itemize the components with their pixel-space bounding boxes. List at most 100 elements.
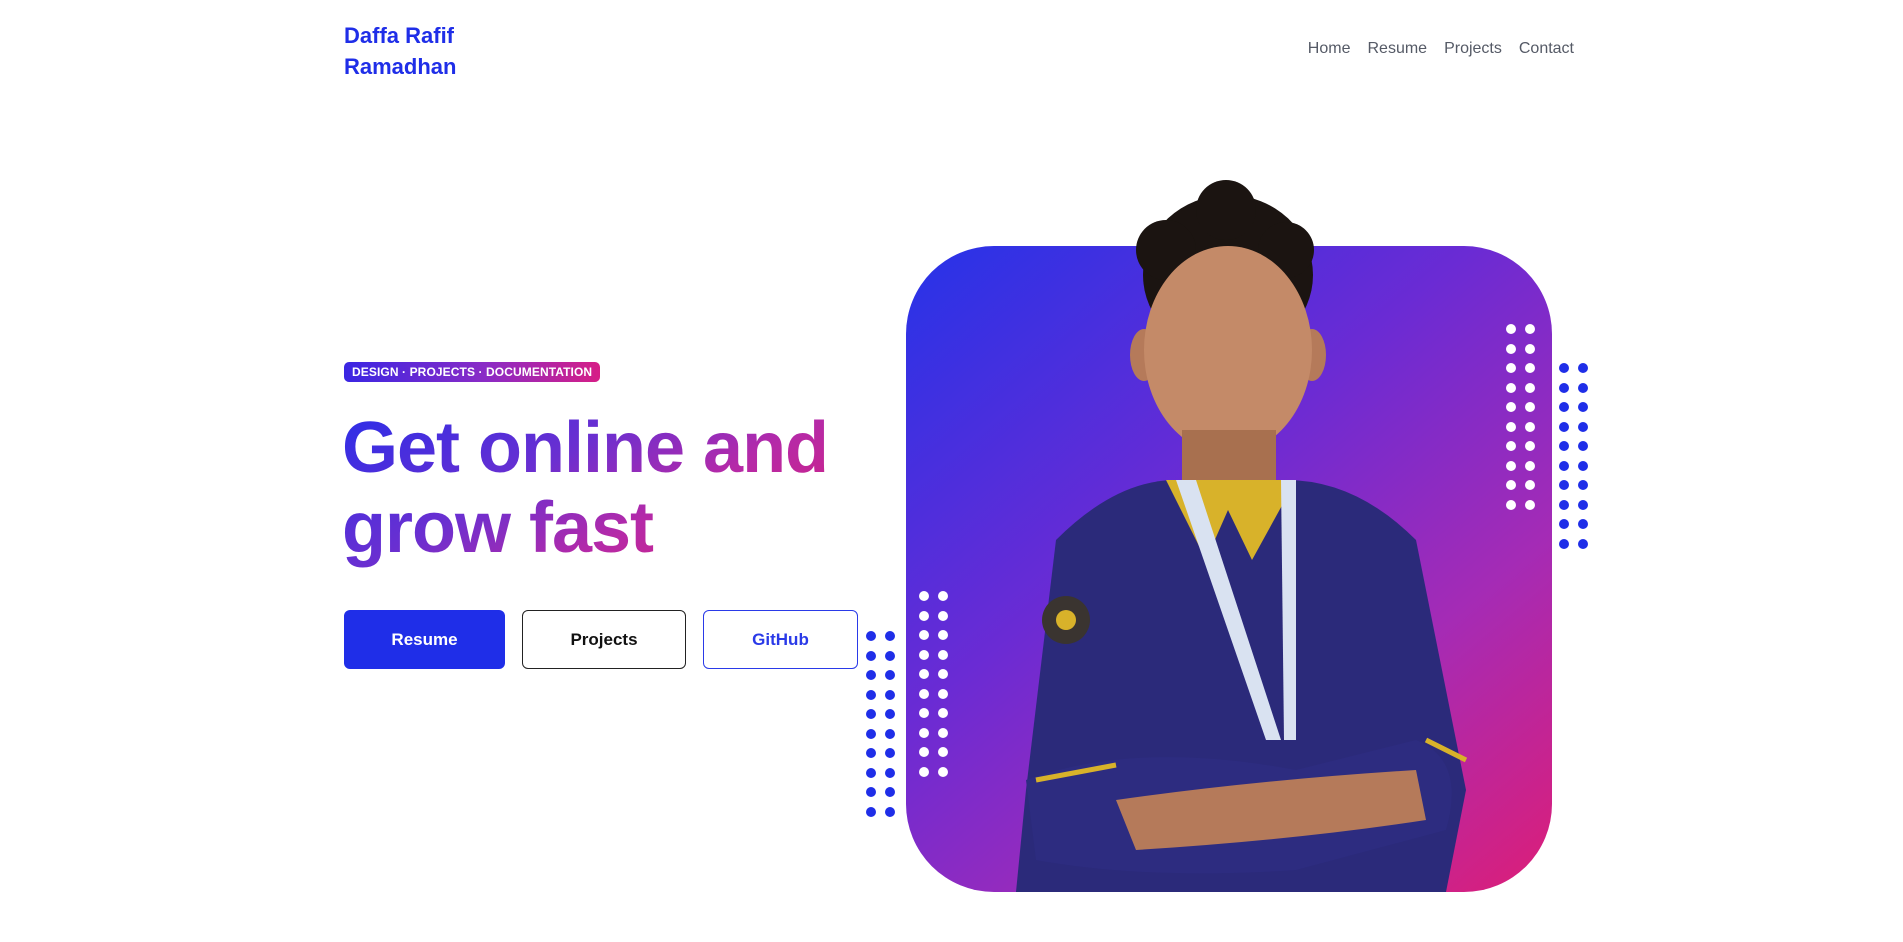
dot-grid-left-white	[919, 591, 948, 777]
dot	[1578, 363, 1588, 373]
dot	[938, 766, 948, 777]
dot	[885, 787, 895, 797]
github-button[interactable]: GitHub	[703, 610, 858, 669]
dot	[919, 688, 929, 699]
dot	[1525, 441, 1535, 451]
brand-logo[interactable]: Daffa Rafif Ramadhan	[344, 20, 494, 82]
dot	[938, 688, 948, 699]
dot	[866, 709, 876, 719]
dot-grid-right-white	[1506, 324, 1535, 510]
dot	[866, 650, 876, 661]
hero-headline-line1: Get online and	[342, 408, 829, 488]
dot	[938, 708, 948, 718]
dot	[1559, 538, 1569, 549]
dot	[919, 630, 929, 640]
nav-contact[interactable]: Contact	[1519, 40, 1574, 58]
dot	[1578, 382, 1588, 393]
dot	[1525, 324, 1535, 334]
dot	[1578, 499, 1588, 510]
dot	[866, 787, 876, 797]
dot-grid-left-blue	[866, 631, 895, 817]
dot	[1578, 480, 1588, 490]
nav-resume[interactable]: Resume	[1367, 40, 1427, 58]
dot	[1506, 421, 1516, 432]
main-nav: Home Resume Projects Contact	[1308, 40, 1574, 58]
portrait-image	[1016, 180, 1468, 892]
dot	[938, 747, 948, 757]
dot	[1559, 382, 1569, 393]
dot	[919, 747, 929, 757]
dot	[1506, 460, 1516, 471]
dot	[1559, 480, 1569, 490]
dot	[919, 610, 929, 621]
dot	[1578, 421, 1588, 432]
dot	[1506, 343, 1516, 354]
dot	[866, 631, 876, 641]
brand-name-line2: Ramadhan	[344, 54, 457, 79]
dot	[1506, 499, 1516, 510]
dot	[885, 670, 895, 680]
dot	[1578, 460, 1588, 471]
dot	[919, 649, 929, 660]
dot	[1559, 499, 1569, 510]
dot	[938, 669, 948, 679]
dot	[1559, 519, 1569, 529]
dot	[919, 766, 929, 777]
dot	[919, 708, 929, 718]
dot	[938, 591, 948, 601]
dot	[1525, 499, 1535, 510]
dot	[1578, 441, 1588, 451]
dot	[1525, 363, 1535, 373]
brand-name-line1: Daffa Rafif	[344, 23, 455, 48]
resume-button[interactable]: Resume	[344, 610, 505, 669]
dot	[885, 806, 895, 817]
hero-tag-badge: DESIGN · PROJECTS · DOCUMENTATION	[344, 362, 601, 382]
dot	[1506, 402, 1516, 412]
dot	[1559, 441, 1569, 451]
dot	[885, 689, 895, 700]
dot	[919, 669, 929, 679]
dot	[938, 727, 948, 738]
dot	[885, 631, 895, 641]
projects-button[interactable]: Projects	[522, 610, 686, 669]
dot	[1525, 480, 1535, 490]
dot	[885, 748, 895, 758]
dot	[1506, 480, 1516, 490]
dot	[1559, 460, 1569, 471]
dot	[866, 748, 876, 758]
dot	[1506, 363, 1516, 373]
dot	[885, 709, 895, 719]
dot	[1578, 402, 1588, 412]
dot	[1525, 402, 1535, 412]
dot	[866, 728, 876, 739]
dot	[1559, 402, 1569, 412]
nav-projects[interactable]: Projects	[1444, 40, 1502, 58]
dot	[866, 670, 876, 680]
dot	[1506, 324, 1516, 334]
dot	[1559, 421, 1569, 432]
dot	[1525, 382, 1535, 393]
dot	[866, 689, 876, 700]
dot	[866, 806, 876, 817]
dot	[1506, 382, 1516, 393]
dot	[1559, 363, 1569, 373]
dot	[885, 650, 895, 661]
hero-headline-line2: grow fast	[342, 488, 654, 568]
dot	[885, 728, 895, 739]
dot-grid-right-blue	[1559, 363, 1588, 549]
dot	[885, 767, 895, 778]
dot	[1525, 460, 1535, 471]
dot	[919, 727, 929, 738]
dot	[1525, 343, 1535, 354]
dot	[1578, 519, 1588, 529]
dot	[938, 610, 948, 621]
hero-headline: Get online and grow fast	[342, 408, 862, 568]
dot	[1578, 538, 1588, 549]
dot	[1506, 441, 1516, 451]
dot	[938, 649, 948, 660]
dot	[938, 630, 948, 640]
dot	[1525, 421, 1535, 432]
nav-home[interactable]: Home	[1308, 40, 1351, 58]
dot	[866, 767, 876, 778]
dot	[919, 591, 929, 601]
